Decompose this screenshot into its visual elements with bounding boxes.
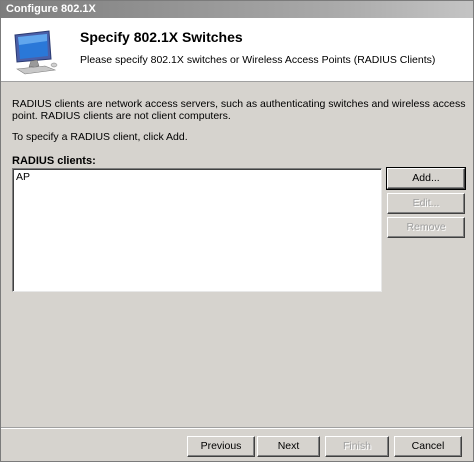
next-button[interactable]: Next xyxy=(257,436,320,457)
radius-clients-label: RADIUS clients: xyxy=(12,155,96,167)
add-button[interactable]: Add... xyxy=(386,167,466,190)
page-title: Specify 802.1X Switches xyxy=(80,29,243,45)
finish-button[interactable]: Finish xyxy=(325,436,389,457)
radius-clients-list[interactable]: AP xyxy=(12,168,382,292)
previous-button[interactable]: Previous xyxy=(187,436,255,457)
window-title: Configure 802.1X xyxy=(6,3,96,15)
instruction-text: To specify a RADIUS client, click Add. xyxy=(12,131,188,143)
cancel-button[interactable]: Cancel xyxy=(394,436,462,457)
wizard-header: Specify 802.1X Switches Please specify 8… xyxy=(1,18,473,82)
list-item[interactable]: AP xyxy=(15,171,31,183)
computer-monitor-icon xyxy=(14,30,58,75)
edit-button[interactable]: Edit... xyxy=(387,193,465,214)
description-text: RADIUS clients are network access server… xyxy=(12,98,466,122)
dialog-window: Configure 802.1X Specify 802.1X Switches… xyxy=(0,0,474,462)
title-bar[interactable]: Configure 802.1X xyxy=(1,1,473,18)
page-subtitle: Please specify 802.1X switches or Wirele… xyxy=(80,54,436,66)
remove-button[interactable]: Remove xyxy=(387,217,465,238)
footer-divider xyxy=(1,427,473,429)
